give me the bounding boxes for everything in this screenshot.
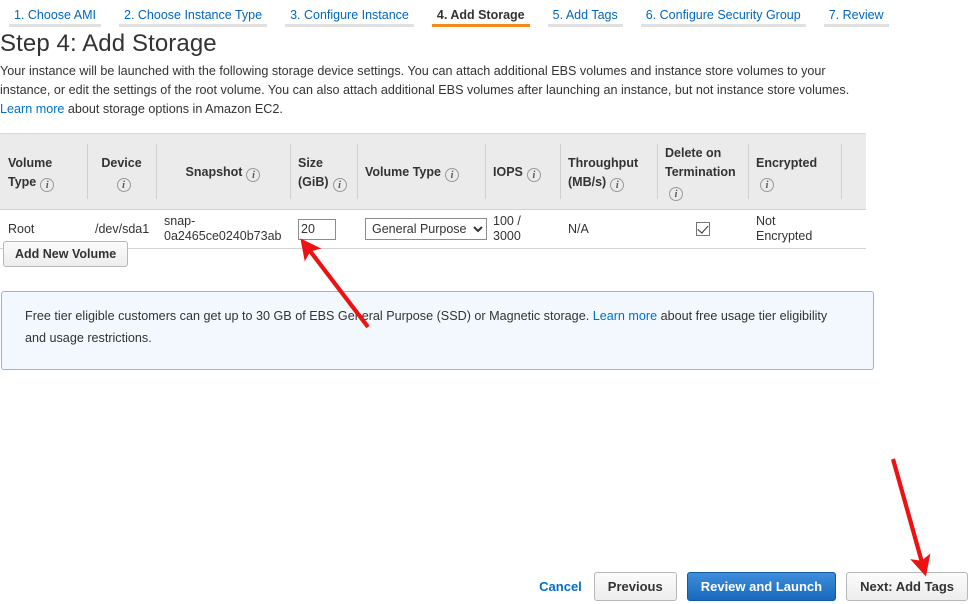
wizard-tab-review[interactable]: 7. Review (815, 0, 898, 27)
wizard-tab-configure-security-group[interactable]: 6. Configure Security Group (632, 0, 815, 27)
add-storage-page: 1. Choose AMI 2. Choose Instance Type 3.… (0, 0, 975, 604)
column-header-delete-on-termination: Delete on Termination i (657, 134, 748, 209)
column-header-volume-type: Volume Type i (0, 134, 87, 209)
column-header-size: Size (GiB) i (290, 134, 357, 209)
storage-table: Volume Type i Devicei Snapshot i Size (GiB… (0, 133, 866, 249)
storage-table-header-row: Volume Type i Devicei Snapshot i Size (GiB… (0, 133, 866, 210)
previous-button[interactable]: Previous (593, 571, 677, 601)
column-separator (357, 144, 358, 199)
column-separator (560, 144, 561, 199)
column-separator (657, 144, 658, 199)
info-icon[interactable]: i (760, 177, 774, 192)
tab-underline-active (431, 24, 530, 27)
size-input[interactable] (298, 218, 336, 240)
review-and-launch-button[interactable]: Review and Launch (686, 571, 837, 601)
column-separator (87, 144, 88, 199)
tab-underline (823, 24, 889, 27)
tab-underline (285, 24, 414, 27)
cell-device: /dev/sda1 (95, 221, 150, 236)
storage-options-learn-more-link[interactable]: Learn more (0, 102, 64, 116)
column-header-device: Device i (87, 134, 156, 209)
column-separator (485, 144, 486, 199)
column-header-label: Delete on Termination (665, 146, 736, 179)
tab-underline (547, 24, 623, 27)
free-tier-notice: Free tier eligible customers can get up … (1, 291, 874, 370)
wizard-tab-label: 1. Choose AMI (14, 7, 96, 22)
wizard-step-tabs: 1. Choose AMI 2. Choose Instance Type 3.… (0, 0, 975, 27)
cell-size (290, 215, 357, 244)
wizard-tab-label: 6. Configure Security Group (645, 7, 801, 22)
intro-text-part-2: about storage options in Amazon EC2. (64, 102, 283, 116)
free-tier-learn-more-link[interactable]: Learn more (593, 309, 657, 323)
column-header-label: IOPS (493, 165, 523, 179)
info-icon[interactable]: i (332, 177, 347, 192)
delete-on-termination-checkbox[interactable] (695, 222, 710, 236)
column-separator (748, 144, 749, 199)
wizard-tab-configure-instance[interactable]: 3. Configure Instance (276, 0, 423, 27)
info-icon[interactable]: i (444, 168, 459, 182)
info-icon[interactable]: i (610, 177, 625, 192)
arrow-to-next-button (890, 458, 931, 577)
notice-text-part-1: Free tier eligible customers can get up … (25, 309, 593, 323)
wizard-tab-add-tags[interactable]: 5. Add Tags (539, 0, 632, 27)
info-icon[interactable]: i (526, 168, 541, 182)
wizard-tab-label: 2. Choose Instance Type (124, 7, 263, 22)
tab-underline (119, 24, 268, 27)
free-tier-notice-text: Free tier eligible customers can get up … (25, 305, 835, 349)
wizard-tab-label: 3. Configure Instance (290, 7, 409, 22)
cancel-button[interactable]: Cancel (539, 579, 582, 594)
wizard-tab-add-storage[interactable]: 4. Add Storage (423, 0, 539, 27)
footer-action-bar: Cancel Previous Review and Launch Next: … (0, 568, 975, 604)
column-header-label: Volume Type (365, 165, 441, 179)
page-intro-text: Your instance will be launched with the … (0, 62, 872, 119)
column-header-snapshot: Snapshot i (156, 134, 290, 209)
cell-iops: 100 / 3000 (493, 214, 521, 243)
page-title: Step 4: Add Storage (0, 30, 217, 57)
wizard-tab-choose-instance-type[interactable]: 2. Choose Instance Type (110, 0, 276, 27)
next-add-tags-button[interactable]: Next: Add Tags (846, 571, 968, 601)
column-separator (841, 144, 842, 199)
info-icon[interactable]: i (40, 177, 55, 192)
tab-underline (640, 24, 806, 27)
column-header-label: Snapshot (185, 165, 243, 179)
info-icon[interactable]: i (116, 177, 131, 192)
intro-text-part-1: Your instance will be launched with the … (0, 64, 850, 97)
column-header-encrypted: Encrypted i (748, 134, 841, 209)
cell-snapshot: snap-0a2465ce0240b73ab (164, 214, 282, 243)
column-header-throughput: Throughput (MB/s) i (560, 134, 657, 209)
column-header-label: Size (GiB) (298, 155, 329, 189)
column-header-label: Encrypted (756, 155, 818, 170)
cell-actions (841, 225, 866, 233)
cell-volume-type: Root (8, 221, 35, 236)
cell-delete-on-termination (657, 218, 748, 240)
column-separator (156, 144, 157, 199)
volume-type-select[interactable]: General Purpose S (365, 218, 487, 240)
wizard-tab-label: 7. Review (828, 7, 884, 22)
info-icon[interactable]: i (669, 187, 683, 201)
add-new-volume-button[interactable]: Add New Volume (3, 241, 129, 267)
wizard-tab-choose-ami[interactable]: 1. Choose AMI (0, 0, 110, 27)
tab-underline (9, 24, 101, 27)
wizard-tab-label: 4. Add Storage (436, 7, 525, 22)
wizard-tab-label: 5. Add Tags (552, 7, 618, 22)
table-row: Root /dev/sda1 snap-0a2465ce0240b73ab Ge… (0, 210, 866, 249)
cell-encrypted: Not Encrypted (756, 214, 813, 243)
column-header-actions (841, 134, 866, 209)
cell-throughput: N/A (568, 221, 589, 236)
cell-volume-type-select: General Purpose S (357, 214, 487, 244)
column-header-iops: IOPS i (485, 134, 560, 209)
column-header-label: Device (101, 155, 142, 170)
column-header-volume-type-select: Volume Type i (357, 134, 485, 209)
column-header-label: Throughput (MB/s) (568, 155, 639, 189)
column-separator (290, 144, 291, 199)
info-icon[interactable]: i (246, 168, 261, 182)
